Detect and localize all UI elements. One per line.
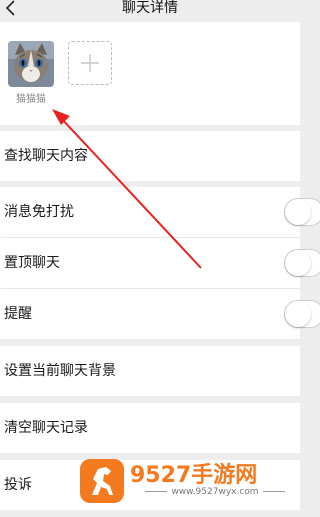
members-section: 猫猫猫	[0, 22, 300, 125]
horse-logo-icon	[80, 459, 124, 503]
mute-label: 消息免打扰	[4, 204, 74, 220]
watermark: 9527手游网 www.9527wyx.com	[80, 457, 300, 505]
remind-label: 提醒	[4, 306, 32, 322]
set-background-row[interactable]: 设置当前聊天背景	[0, 346, 300, 396]
pin-row: 置顶聊天	[0, 238, 320, 288]
report-label: 投诉	[4, 477, 32, 493]
plus-icon	[81, 54, 99, 72]
search-chat-label: 查找聊天内容	[4, 148, 88, 164]
member-name: 猫猫猫	[16, 94, 46, 105]
search-chat-row[interactable]: 查找聊天内容	[0, 131, 300, 181]
pin-toggle[interactable]	[284, 249, 320, 277]
pin-label: 置顶聊天	[4, 255, 60, 271]
mute-toggle[interactable]	[284, 198, 320, 226]
clear-history-label: 清空聊天记录	[4, 420, 88, 436]
remind-row: 提醒	[0, 289, 320, 339]
member-avatar[interactable]	[8, 41, 54, 87]
watermark-url: www.9527wyx.com	[130, 487, 300, 497]
mute-row: 消息免打扰	[0, 187, 320, 237]
set-background-label: 设置当前聊天背景	[4, 363, 116, 379]
top-bar: 聊天详情	[0, 0, 300, 22]
remind-toggle[interactable]	[284, 300, 320, 328]
add-member-button[interactable]	[68, 41, 112, 85]
clear-history-row[interactable]: 清空聊天记录	[0, 403, 300, 453]
cat-avatar-icon	[8, 41, 54, 87]
page-title: 聊天详情	[122, 0, 178, 16]
watermark-brand: 9527手游网	[130, 463, 258, 488]
